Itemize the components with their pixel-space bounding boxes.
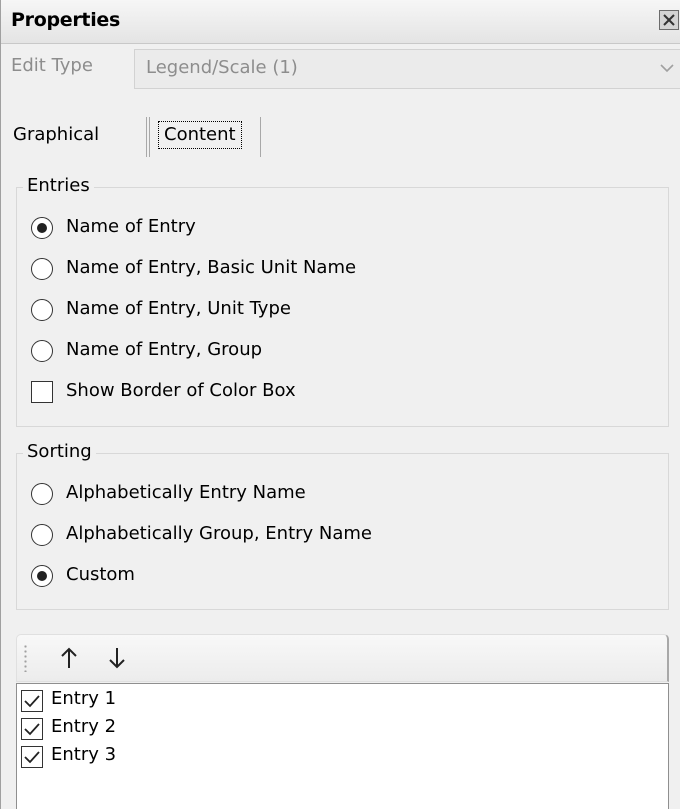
entry-toolbar (16, 634, 669, 682)
entry-checkbox[interactable] (21, 690, 43, 712)
radio-button[interactable] (31, 483, 53, 505)
radio-button[interactable] (31, 217, 53, 239)
sorting-group-title: Sorting (23, 441, 96, 462)
show-border-checkbox[interactable] (31, 381, 53, 403)
close-icon (663, 14, 675, 26)
panel-title: Properties (11, 9, 120, 31)
sorting-groupbox: Sorting Alphabetically Entry Name Alphab… (16, 441, 669, 610)
radio-button[interactable] (31, 340, 53, 362)
move-up-button[interactable] (57, 645, 81, 671)
entry-label: Entry 1 (51, 688, 117, 709)
properties-panel: Properties Edit Type Legend/Scale (1) Gr… (0, 0, 680, 809)
tab-graphical-label: Graphical (13, 124, 100, 145)
radio-button[interactable] (31, 524, 53, 546)
option-label: Alphabetically Group, Entry Name (66, 523, 372, 544)
entries-group-title: Entries (23, 175, 94, 196)
radio-button[interactable] (31, 299, 53, 321)
tab-content[interactable]: Content (152, 113, 260, 159)
tab-divider (146, 117, 147, 157)
radio-button[interactable] (31, 258, 53, 280)
title-bar: Properties (1, 0, 680, 44)
edit-type-value: Legend/Scale (1) (146, 57, 298, 78)
entry-list[interactable]: Entry 1 Entry 2 Entry 3 (16, 683, 669, 809)
option-label: Alphabetically Entry Name (66, 482, 306, 503)
tab-divider (149, 117, 150, 157)
tab-content-label: Content (158, 121, 242, 149)
check-icon (24, 751, 40, 764)
radio-button[interactable] (31, 565, 53, 587)
option-label: Show Border of Color Box (66, 380, 296, 401)
option-label: Name of Entry, Basic Unit Name (66, 257, 357, 278)
entry-label: Entry 3 (51, 744, 117, 765)
check-icon (24, 695, 40, 708)
close-button[interactable] (659, 10, 679, 30)
tab-graphical[interactable]: Graphical (3, 113, 143, 159)
edit-type-label: Edit Type (11, 55, 93, 76)
option-label: Name of Entry (66, 216, 196, 237)
option-label: Custom (66, 564, 135, 585)
move-down-button[interactable] (105, 645, 129, 671)
entry-checkbox[interactable] (21, 746, 43, 768)
entry-label: Entry 2 (51, 716, 117, 737)
chevron-down-icon (660, 64, 674, 73)
option-label: Name of Entry, Unit Type (66, 298, 291, 319)
toolbar-grip[interactable] (24, 644, 27, 672)
edit-type-dropdown[interactable]: Legend/Scale (1) (134, 49, 680, 89)
option-label: Name of Entry, Group (66, 339, 263, 360)
check-icon (24, 723, 40, 736)
tab-divider (260, 117, 261, 157)
entry-checkbox[interactable] (21, 718, 43, 740)
arrow-down-icon (109, 648, 125, 669)
arrow-up-icon (61, 647, 77, 668)
entries-groupbox: Entries Name of Entry Name of Entry, Bas… (16, 175, 669, 427)
